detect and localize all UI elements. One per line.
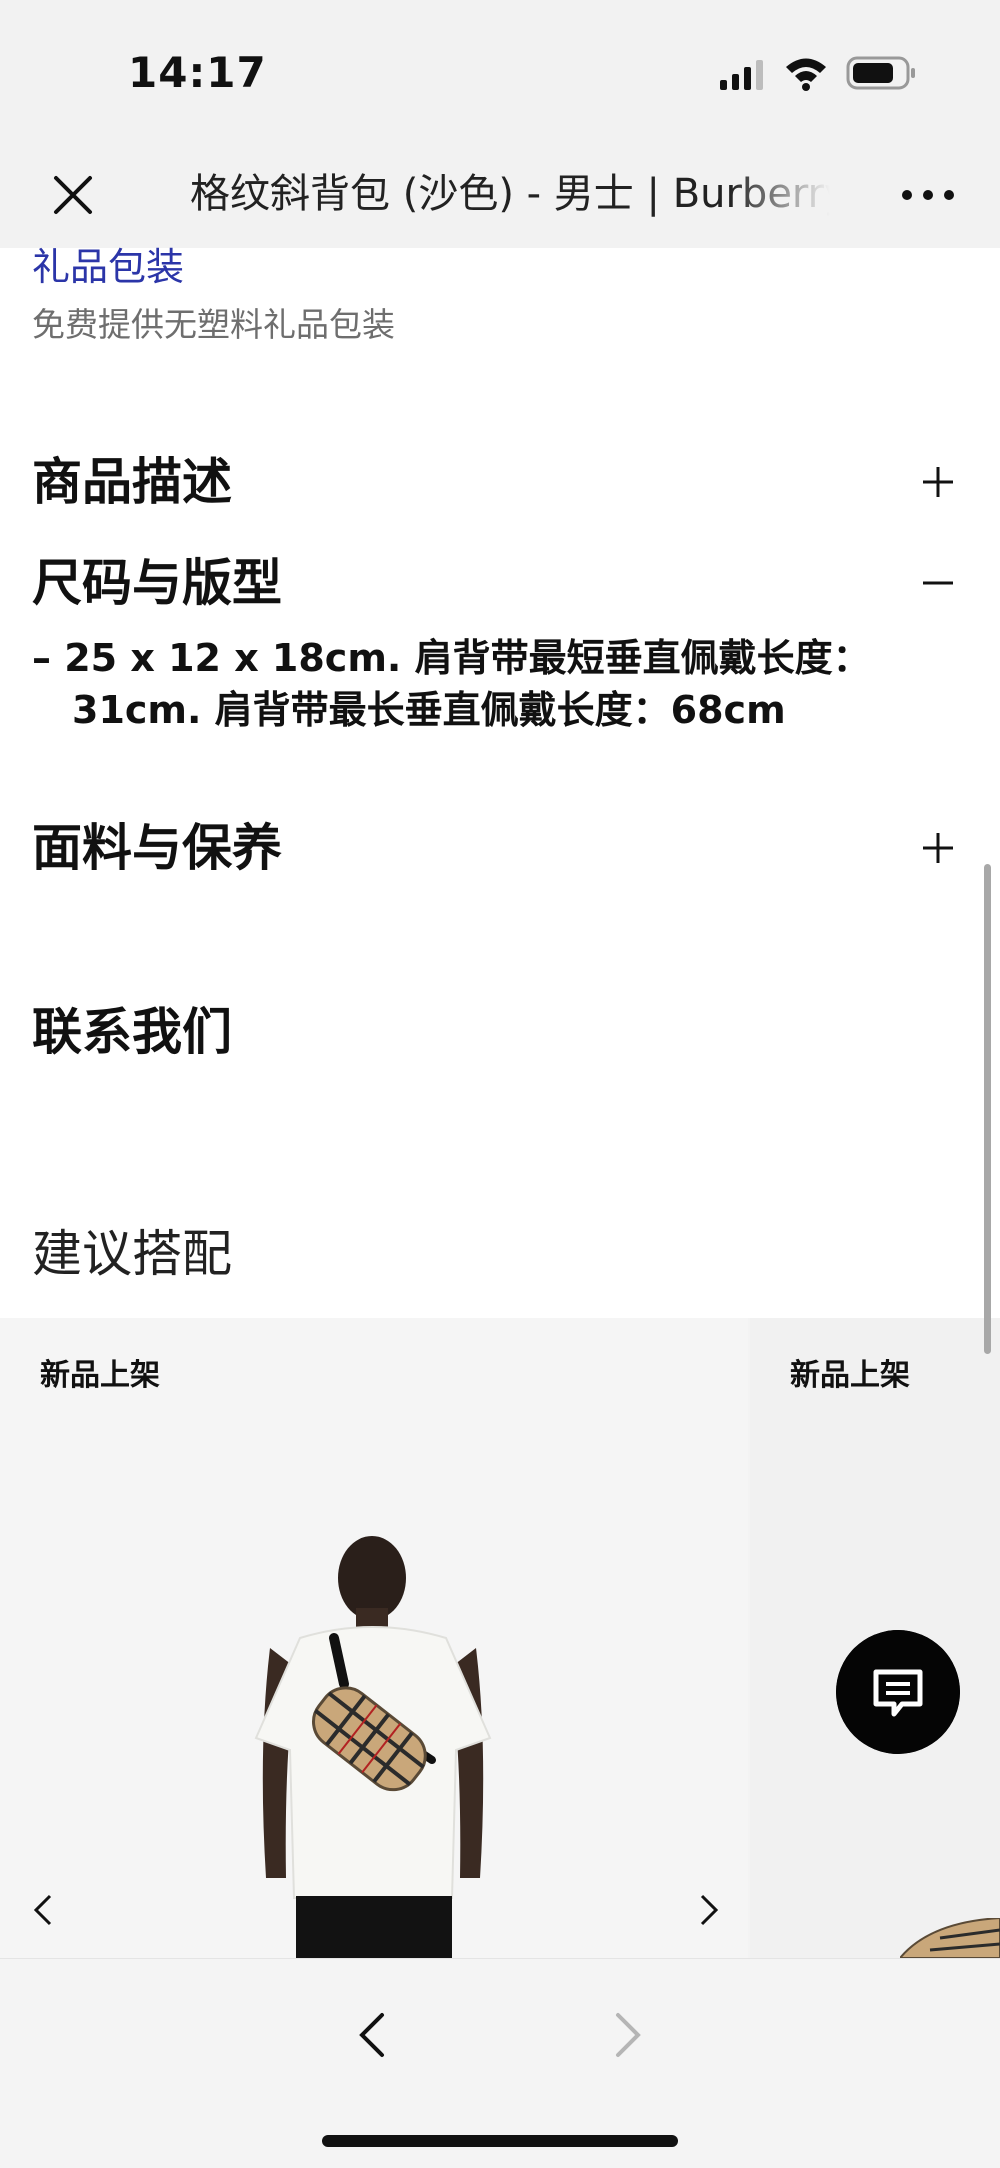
- gift-wrap-description: 免费提供无塑料礼品包装: [32, 305, 395, 344]
- product-image[interactable]: [900, 1918, 1000, 1958]
- wifi-icon: [786, 58, 826, 91]
- section-material-heading[interactable]: 面料与保养: [32, 816, 282, 880]
- minus-icon[interactable]: [920, 565, 956, 601]
- scrollbar[interactable]: [984, 864, 991, 1354]
- signal-icon: [720, 60, 763, 90]
- new-arrival-badge: 新品上架: [790, 1358, 910, 1393]
- chevron-left-icon[interactable]: [28, 1888, 58, 1932]
- new-arrival-badge: 新品上架: [40, 1358, 160, 1393]
- chevron-right-icon[interactable]: [694, 1888, 724, 1932]
- gift-wrap-link[interactable]: 礼品包装: [32, 242, 184, 292]
- chat-icon[interactable]: [836, 1630, 960, 1754]
- product-card[interactable]: 新品上架: [0, 1318, 748, 1958]
- section-description-heading[interactable]: 商品描述: [32, 450, 232, 514]
- product-carousel[interactable]: 新品上架 新品上架: [0, 1318, 1000, 1958]
- home-indicator[interactable]: [322, 2135, 678, 2147]
- size-detail-line1: – 25 x 12 x 18cm. 肩背带最短垂直佩戴长度：: [32, 636, 871, 680]
- page-title-container: 格纹斜背包 (沙色) - 男士 | Burberry: [190, 164, 830, 224]
- product-image[interactable]: [200, 1498, 540, 1958]
- battery-icon: [846, 56, 915, 90]
- plus-icon[interactable]: [920, 830, 956, 866]
- chevron-left-icon[interactable]: [352, 2007, 392, 2063]
- close-icon[interactable]: [48, 170, 98, 220]
- browser-bottom-bar: [0, 1958, 1000, 2168]
- status-bar: 14:17: [0, 0, 1000, 140]
- plus-icon[interactable]: [920, 464, 956, 500]
- browser-header: 格纹斜背包 (沙色) - 男士 | Burberry: [0, 140, 1000, 248]
- title-fade: [730, 164, 830, 224]
- section-size-heading[interactable]: 尺码与版型: [32, 551, 282, 615]
- size-detail-line2: 31cm. 肩背带最长垂直佩戴长度：68cm: [72, 688, 786, 732]
- suggestions-heading: 建议搭配: [32, 1225, 232, 1283]
- chevron-right-icon[interactable]: [608, 2007, 648, 2063]
- section-contact-heading[interactable]: 联系我们: [32, 1000, 232, 1064]
- more-icon[interactable]: [900, 180, 956, 210]
- status-time: 14:17: [128, 48, 267, 97]
